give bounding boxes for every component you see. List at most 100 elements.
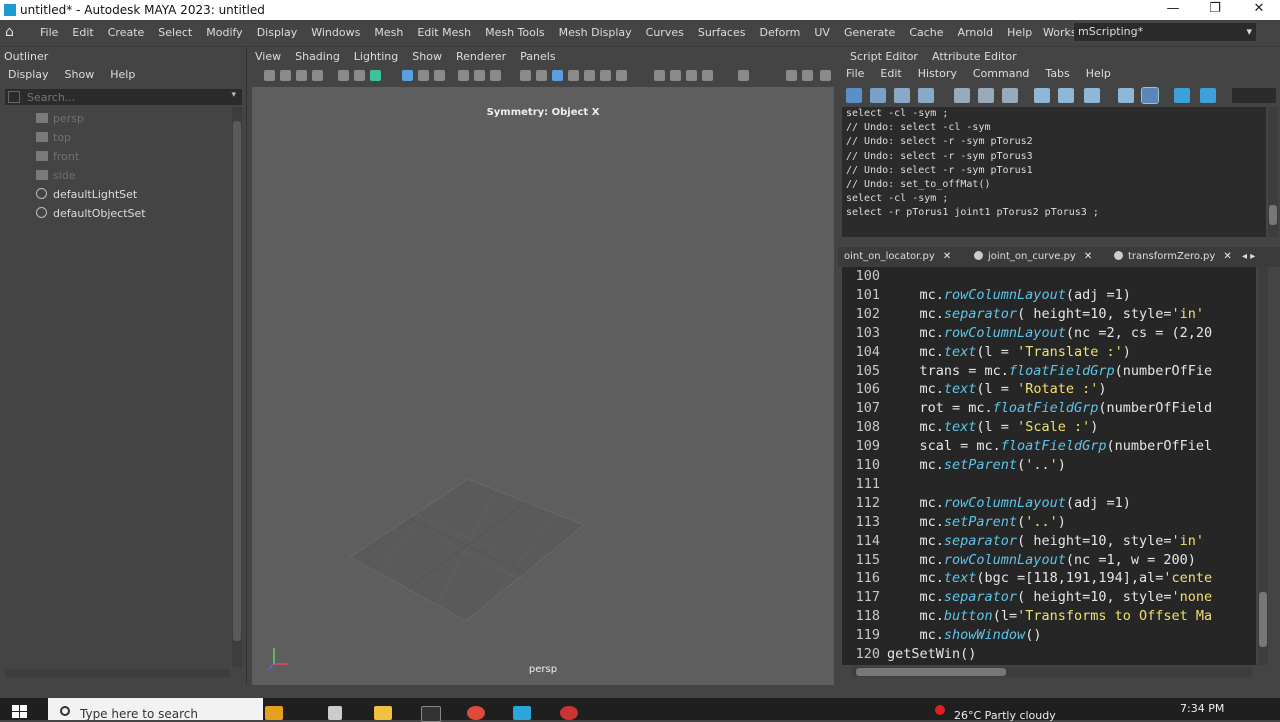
outliner-menu-help[interactable]: Help <box>102 67 143 85</box>
shadows-icon[interactable] <box>600 70 611 81</box>
menu-edit[interactable]: Edit <box>65 26 100 39</box>
outliner-item-persp[interactable]: persp <box>0 109 230 128</box>
wireframe-icon[interactable] <box>402 70 413 81</box>
show-history-icon[interactable] <box>1034 88 1050 103</box>
tab-script-editor[interactable]: Script Editor <box>850 50 918 63</box>
safe-title-icon[interactable] <box>474 70 485 81</box>
menu-display[interactable]: Display <box>250 26 305 39</box>
code-vertical-scrollbar[interactable] <box>1258 267 1268 665</box>
outliner-item-side[interactable]: side <box>0 166 230 185</box>
se-menu-file[interactable]: File <box>838 67 872 80</box>
select-camera-icon[interactable] <box>264 70 275 81</box>
file-explorer-icon[interactable] <box>374 706 392 720</box>
briefcase-icon[interactable] <box>265 706 283 720</box>
menu-modify[interactable]: Modify <box>199 26 249 39</box>
weather-status[interactable]: 26°C Partly cloudy <box>954 709 1056 722</box>
menu-mesh-tools[interactable]: Mesh Tools <box>478 26 552 39</box>
xray-icon[interactable] <box>616 70 627 81</box>
minimize-button[interactable]: — <box>1150 0 1196 20</box>
scrollbar-thumb[interactable] <box>1259 592 1267 647</box>
3d-viewport[interactable]: Symmetry: Object X persp <box>252 87 834 685</box>
grid-icon[interactable] <box>338 70 349 81</box>
tab-attribute-editor[interactable]: Attribute Editor <box>932 50 1017 63</box>
tab-scroll-arrows[interactable]: ◂ ▸ <box>1242 251 1255 262</box>
menu-help[interactable]: Help <box>1000 26 1039 39</box>
outliner-menu-display[interactable]: Display <box>0 67 57 85</box>
viewport-menu-renderer[interactable]: Renderer <box>449 50 513 63</box>
menu-cache[interactable]: Cache <box>902 26 950 39</box>
menu-arnold[interactable]: Arnold <box>951 26 1001 39</box>
scrollbar-thumb[interactable] <box>856 668 1006 676</box>
anti-aliasing-icon[interactable] <box>686 70 697 81</box>
exposure-icon[interactable] <box>738 70 749 81</box>
layout-icon[interactable] <box>786 70 797 81</box>
close-icon[interactable]: ✕ <box>1223 251 1231 262</box>
se-menu-tabs[interactable]: Tabs <box>1037 67 1077 80</box>
smooth-shade-all-icon[interactable] <box>552 70 563 81</box>
code-editor[interactable]: 100 101 mc.rowColumnLayout(adj =1) 102 mc.… <box>842 267 1256 665</box>
clock[interactable]: 7:34 PM <box>1180 702 1224 715</box>
viewport-menu-view[interactable]: View <box>248 50 288 63</box>
line-numbers-icon[interactable] <box>1141 87 1159 104</box>
outliner-item-top[interactable]: top <box>0 128 230 147</box>
clear-history-icon[interactable] <box>954 88 970 103</box>
gate-mask-icon[interactable] <box>418 70 429 81</box>
textured-icon[interactable] <box>568 70 579 81</box>
close-icon[interactable]: ✕ <box>943 251 951 262</box>
echo-commands-icon[interactable] <box>1118 88 1134 103</box>
panel-icon[interactable] <box>802 70 813 81</box>
save-script-icon[interactable] <box>894 88 910 103</box>
maximize-button[interactable]: ❐ <box>1192 0 1238 20</box>
se-menu-edit[interactable]: Edit <box>872 67 909 80</box>
outliner-item-default-light-set[interactable]: defaultLightSet <box>0 185 230 204</box>
safe-action-icon[interactable] <box>458 70 469 81</box>
workspace-select[interactable]: mScripting* ▾ <box>1074 23 1256 41</box>
history-scrollbar[interactable] <box>1268 107 1278 237</box>
open-script-icon[interactable] <box>846 88 862 103</box>
source-script-icon[interactable] <box>870 88 886 103</box>
menu-create[interactable]: Create <box>101 26 152 39</box>
viewport-menu-lighting[interactable]: Lighting <box>347 50 405 63</box>
filter-icon[interactable] <box>8 91 20 103</box>
outliner-vertical-scrollbar[interactable] <box>232 107 242 667</box>
se-menu-history[interactable]: History <box>910 67 965 80</box>
viewport-menu-shading[interactable]: Shading <box>288 50 347 63</box>
menu-generate[interactable]: Generate <box>837 26 902 39</box>
chrome-icon[interactable] <box>467 706 485 720</box>
clear-input-icon[interactable] <box>978 88 994 103</box>
tab-joint-on-curve[interactable]: joint_on_curve.py ✕ <box>974 251 1092 262</box>
menu-mesh-display[interactable]: Mesh Display <box>552 26 639 39</box>
film-gate-icon[interactable] <box>354 70 365 81</box>
show-input-icon[interactable] <box>1058 88 1074 103</box>
taskbar-search[interactable]: Type here to search <box>48 698 263 721</box>
isolate-select-icon[interactable] <box>702 70 713 81</box>
menu-edit-mesh[interactable]: Edit Mesh <box>410 26 478 39</box>
windows-start-icon[interactable] <box>12 705 28 719</box>
menu-select[interactable]: Select <box>151 26 199 39</box>
menu-uv[interactable]: UV <box>807 26 837 39</box>
history-output[interactable]: select -cl -sym ; // Undo: select -cl -s… <box>842 107 1266 237</box>
tab-transform-zero[interactable]: transformZero.py ✕ <box>1114 251 1232 262</box>
close-icon[interactable]: ✕ <box>1084 251 1092 262</box>
outliner-item-default-object-set[interactable]: defaultObjectSet <box>0 204 230 223</box>
pan-zoom-icon[interactable] <box>490 70 501 81</box>
field-chart-icon[interactable] <box>434 70 445 81</box>
lights-icon[interactable] <box>584 70 595 81</box>
tab-joint-on-locator[interactable]: oint_on_locator.py ✕ <box>844 251 951 262</box>
se-menu-command[interactable]: Command <box>965 67 1038 80</box>
menu-file[interactable]: File <box>33 26 65 39</box>
execute-icon[interactable] <box>1200 88 1216 103</box>
outliner-menu-show[interactable]: Show <box>57 67 103 85</box>
motion-blur-icon[interactable] <box>670 70 681 81</box>
scrollbar-thumb[interactable] <box>1269 205 1277 225</box>
smooth-shade-icon[interactable] <box>536 70 547 81</box>
app-icon[interactable] <box>560 706 578 720</box>
image-plane-icon[interactable] <box>312 70 323 81</box>
resolution-gate-icon[interactable] <box>370 70 381 81</box>
clear-all-icon[interactable] <box>1002 88 1018 103</box>
maximize-panel-icon[interactable] <box>820 70 831 81</box>
se-menu-help[interactable]: Help <box>1078 67 1119 80</box>
camera-attributes-icon[interactable] <box>280 70 291 81</box>
outliner-horizontal-scrollbar[interactable] <box>5 669 230 677</box>
execute-all-icon[interactable] <box>1174 88 1190 103</box>
